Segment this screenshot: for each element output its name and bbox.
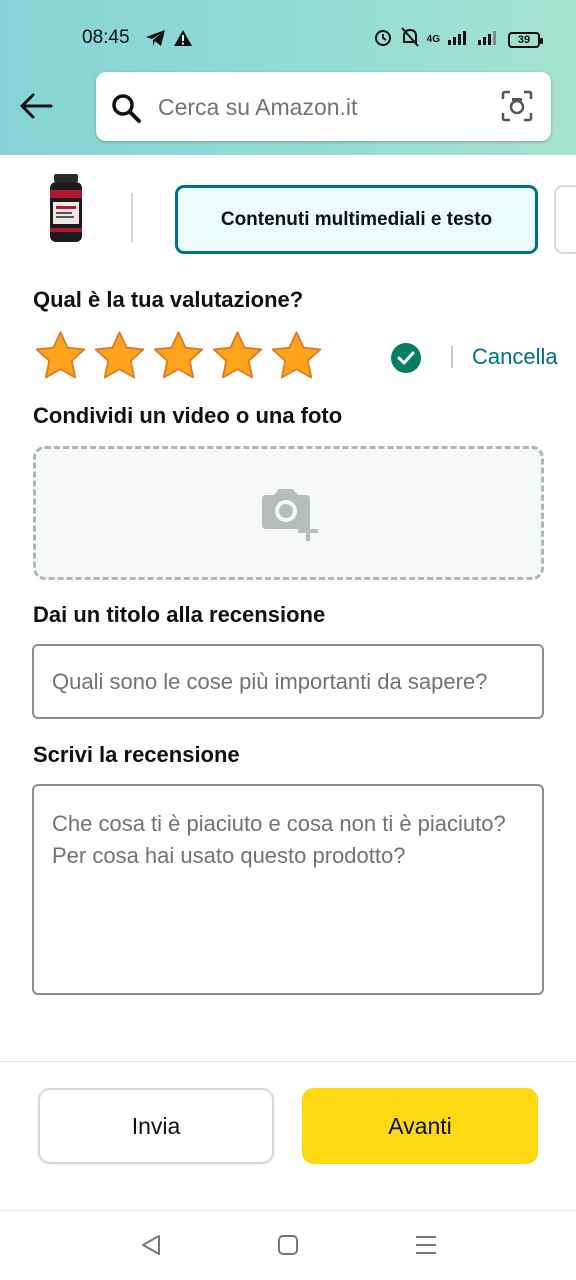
review-body-label: Scrivi la recensione (33, 742, 240, 767)
nav-home-icon[interactable] (277, 1233, 299, 1262)
network-type: 4G (426, 34, 440, 45)
mute-bell-icon (400, 27, 419, 52)
media-label: Condividi un video o una foto (33, 403, 343, 428)
cancel-rating-link[interactable]: Cancella (472, 344, 558, 370)
star-1[interactable] (33, 330, 88, 382)
star-5[interactable] (269, 330, 324, 382)
submit-button[interactable]: Invia (38, 1088, 274, 1164)
rating-question: Qual è la tua valutazione? (33, 287, 304, 312)
back-button[interactable] (16, 88, 56, 128)
star-2[interactable] (92, 330, 147, 382)
tab-media-text[interactable]: Contenuti multimediali e testo (175, 185, 538, 254)
telegram-icon (145, 26, 167, 50)
star-3[interactable] (151, 330, 206, 382)
star-rating[interactable] (33, 330, 324, 382)
add-photo-icon (258, 485, 322, 546)
battery-level: 39 (517, 33, 531, 46)
next-button[interactable]: Avanti (302, 1088, 538, 1164)
nav-back-icon[interactable] (140, 1233, 162, 1262)
status-time: 08:45 (82, 27, 130, 48)
search-input[interactable]: Cerca su Amazon.it (158, 94, 357, 121)
search-bar[interactable]: Cerca su Amazon.it (96, 72, 551, 141)
warning-icon (173, 26, 193, 50)
review-title-label: Dai un titolo alla recensione (33, 602, 326, 627)
system-nav-bar (0, 1210, 576, 1280)
footer-divider (0, 1061, 576, 1062)
star-4[interactable] (210, 330, 265, 382)
alarm-icon (373, 27, 393, 52)
signal-icon-2 (478, 29, 500, 50)
review-title-input[interactable]: Quali sono le cose più importanti da sap… (32, 644, 544, 719)
strip-divider (131, 193, 133, 243)
rating-separator (451, 346, 453, 368)
review-body-textarea[interactable]: Che cosa ti è piaciuto e cosa non ti è p… (32, 784, 544, 995)
nav-menu-icon[interactable] (414, 1233, 438, 1262)
tab-next[interactable] (554, 185, 576, 254)
status-bar: 08:45 4G 39 (0, 0, 576, 60)
arrow-left-icon (19, 92, 53, 125)
product-thumbnail[interactable] (44, 172, 88, 246)
camera-search-icon[interactable] (501, 90, 533, 127)
signal-icon (448, 29, 470, 50)
search-icon (110, 92, 142, 129)
top-bar: 08:45 4G 39 Cerca su Amazon.it (0, 0, 576, 155)
check-circle-icon (391, 343, 421, 373)
media-upload-area[interactable] (33, 446, 544, 580)
battery-icon: 39 (508, 31, 543, 48)
status-right: 4G 39 (373, 27, 543, 52)
